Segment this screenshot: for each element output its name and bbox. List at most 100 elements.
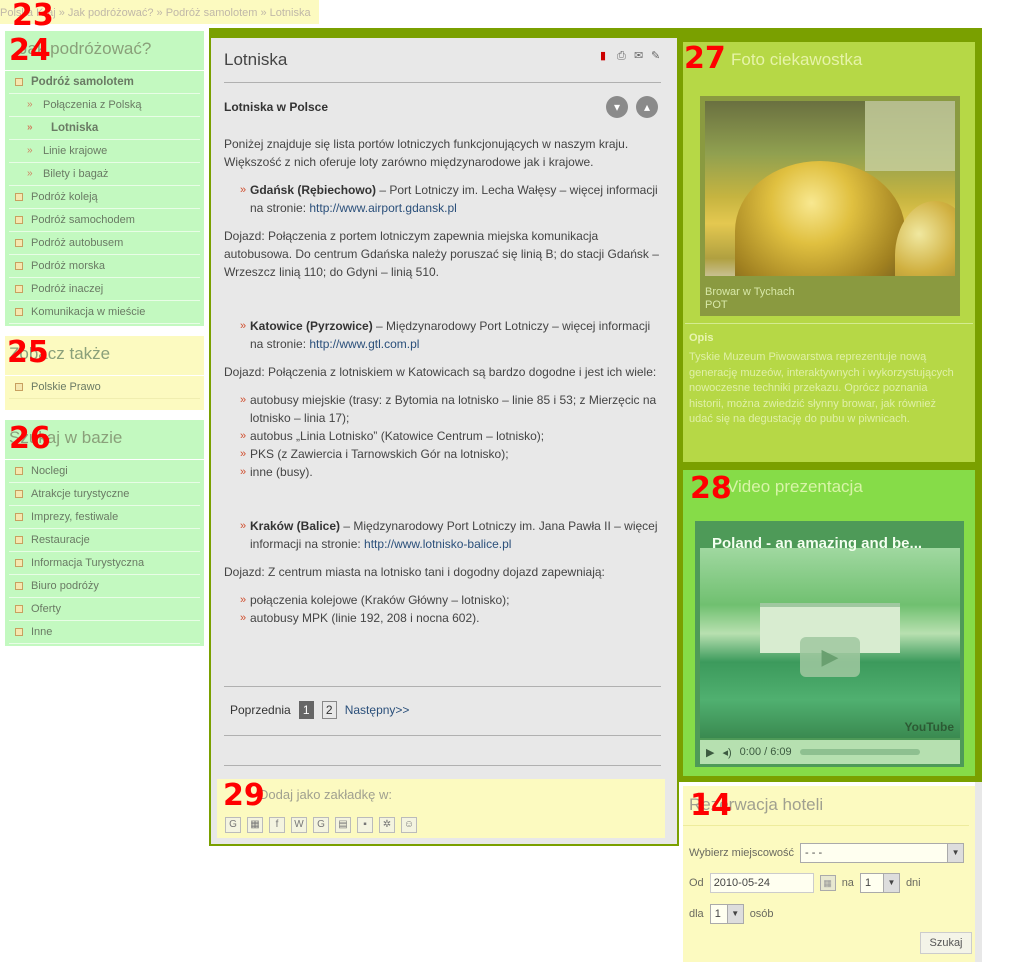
reddit-icon[interactable]: ☺: [401, 817, 417, 833]
chevron-down-icon: ▼: [882, 874, 899, 892]
city-label: Wybierz miejscowość: [689, 847, 795, 859]
search-button[interactable]: Szukaj: [920, 932, 972, 954]
calendar-icon[interactable]: ▦: [819, 875, 836, 891]
region-number-27: 27: [684, 41, 726, 76]
square-bullet-icon: [15, 216, 23, 224]
description-text: Tyskie Muzeum Piwowarstwa reprezentuje n…: [689, 351, 954, 425]
seek-bar[interactable]: [799, 749, 920, 755]
google-bookmarks-icon[interactable]: G: [313, 817, 329, 833]
windows-live-icon[interactable]: ▦: [247, 817, 263, 833]
days-select[interactable]: 1 ▼: [859, 873, 900, 893]
krakow-access: Dojazd: Z centrum miasta na lotnisko tan…: [224, 565, 605, 579]
double-chevron-icon: »: [27, 145, 33, 156]
social-icons: G ▦ f W G ▤ ▪ ✲ ☺: [225, 817, 417, 833]
print-icon[interactable]: ⎙: [617, 50, 630, 62]
wykop-icon[interactable]: W: [291, 817, 307, 833]
description-title: Opis: [689, 332, 714, 344]
square-bullet-icon: [15, 490, 23, 498]
db-item-events[interactable]: Imprezy, festiwale: [9, 506, 200, 529]
city-select[interactable]: - - - ▼: [800, 843, 965, 863]
right-margin: [975, 782, 982, 962]
time-display: 0:00 / 6:09: [739, 746, 792, 758]
video-player[interactable]: ▶ YouTube Poland - an amazing and be... …: [695, 521, 964, 767]
edit-icon[interactable]: ✎: [651, 50, 664, 62]
page-title: Lotniska: [224, 50, 288, 69]
nav-item-other[interactable]: Podróż inaczej: [9, 278, 200, 301]
youtube-logo[interactable]: YouTube: [904, 720, 954, 734]
prev-page-link[interactable]: Poprzednia: [230, 703, 291, 717]
square-bullet-icon: [15, 536, 23, 544]
google-icon[interactable]: G: [225, 817, 241, 833]
nav-item-sea[interactable]: Podróż morska: [9, 255, 200, 278]
nav-item-tickets[interactable]: » Bilety i bagaż: [9, 163, 200, 186]
next-page-link[interactable]: Następny>>: [345, 703, 410, 717]
date-input[interactable]: 2010-05-24: [709, 873, 814, 893]
db-item-attractions[interactable]: Atrakcje turystyczne: [9, 483, 200, 506]
divider: [224, 735, 661, 736]
list-item: połączenia kolejowe (Kraków Główny – lot…: [224, 591, 664, 609]
persons-select[interactable]: 1 ▼: [709, 904, 744, 924]
square-bullet-icon: [15, 285, 23, 293]
digg-icon[interactable]: ▪: [357, 817, 373, 833]
chevron-down-icon: ▼: [947, 844, 964, 862]
krakow-link[interactable]: http://www.lotnisko-balice.pl: [364, 537, 511, 551]
intro-paragraph: Poniżej znajduje się lista portów lotnic…: [224, 137, 629, 169]
video-player-title[interactable]: Poland - an amazing and be...: [712, 535, 922, 552]
pdf-icon[interactable]: ▮: [600, 50, 613, 62]
square-bullet-icon: [15, 383, 23, 391]
katowice-link[interactable]: http://www.gtl.com.pl: [309, 337, 419, 351]
email-icon[interactable]: ✉: [634, 50, 647, 62]
see-also-item-law[interactable]: Polskie Prawo: [9, 376, 200, 399]
persons-row: dla 1 ▼ osób: [689, 904, 774, 924]
db-item-restaurants[interactable]: Restauracje: [9, 529, 200, 552]
square-bullet-icon: [15, 513, 23, 521]
travel-nav-panel: Jak podróżować? Podróż samolotem » Połącz…: [5, 31, 204, 326]
db-item-offers[interactable]: Oferty: [9, 598, 200, 621]
delicious-icon[interactable]: ▤: [335, 817, 351, 833]
square-bullet-icon: [15, 78, 23, 86]
region-number-26: 26: [9, 421, 51, 456]
nav-item-city-transport[interactable]: Komunikacja w mieście: [9, 301, 200, 324]
page-2-button[interactable]: 2: [321, 701, 337, 719]
brewery-photo[interactable]: [705, 101, 955, 276]
article-content: Lotniska ▮ ⎙ ✉ ✎ Lotniska w Polsce ▾ ▴ P…: [209, 28, 679, 846]
double-chevron-icon: »: [27, 99, 33, 110]
thumbs-down-icon[interactable]: ▾: [606, 96, 628, 118]
volume-icon[interactable]: ◂): [722, 746, 731, 759]
days-label: dni: [905, 877, 921, 889]
divider: [685, 323, 973, 324]
persons-label: osób: [749, 908, 774, 920]
db-item-other[interactable]: Inne: [9, 621, 200, 644]
nav-item-bus[interactable]: Podróż autobusem: [9, 232, 200, 255]
nav-item-rail[interactable]: Podróż koleją: [9, 186, 200, 209]
db-item-accommodation[interactable]: Noclegi: [9, 460, 200, 483]
article-tools: ▮ ⎙ ✉ ✎: [600, 50, 664, 62]
square-bullet-icon: [15, 582, 23, 590]
nav-item-domestic-lines[interactable]: » Linie krajowe: [9, 140, 200, 163]
nav-item-plane[interactable]: Podróż samolotem: [9, 71, 200, 94]
play-overlay-icon[interactable]: ▶: [800, 637, 860, 677]
square-bullet-icon: [15, 559, 23, 567]
thumbs-up-icon[interactable]: ▴: [636, 96, 658, 118]
list-item: PKS (z Zawiercia i Tarnowskich Gór na lo…: [224, 445, 664, 463]
video-thumbnail[interactable]: ▶ YouTube: [700, 548, 960, 738]
double-chevron-icon: »: [27, 168, 33, 179]
play-icon[interactable]: ▶: [706, 746, 714, 759]
square-bullet-icon: [15, 239, 23, 247]
stumbleupon-icon[interactable]: ✲: [379, 817, 395, 833]
curiosity-title: Foto ciekawostka: [731, 50, 863, 69]
square-bullet-icon: [15, 308, 23, 316]
pagination: Poprzednia 1 2 Następny>>: [230, 701, 409, 719]
list-item: inne (busy).: [224, 463, 664, 481]
db-item-travel-agency[interactable]: Biuro podróży: [9, 575, 200, 598]
city-row: Wybierz miejscowość - - - ▼: [689, 843, 965, 863]
db-item-tourist-info[interactable]: Informacja Turystyczna: [9, 552, 200, 575]
from-label: Od: [689, 877, 704, 889]
page-1-button[interactable]: 1: [298, 701, 314, 719]
facebook-icon[interactable]: f: [269, 817, 285, 833]
square-bullet-icon: [15, 467, 23, 475]
nav-item-airports[interactable]: » Lotniska: [9, 117, 200, 140]
nav-item-car[interactable]: Podróż samochodem: [9, 209, 200, 232]
nav-item-connections[interactable]: » Połączenia z Polską: [9, 94, 200, 117]
gdansk-link[interactable]: http://www.airport.gdansk.pl: [309, 201, 456, 215]
